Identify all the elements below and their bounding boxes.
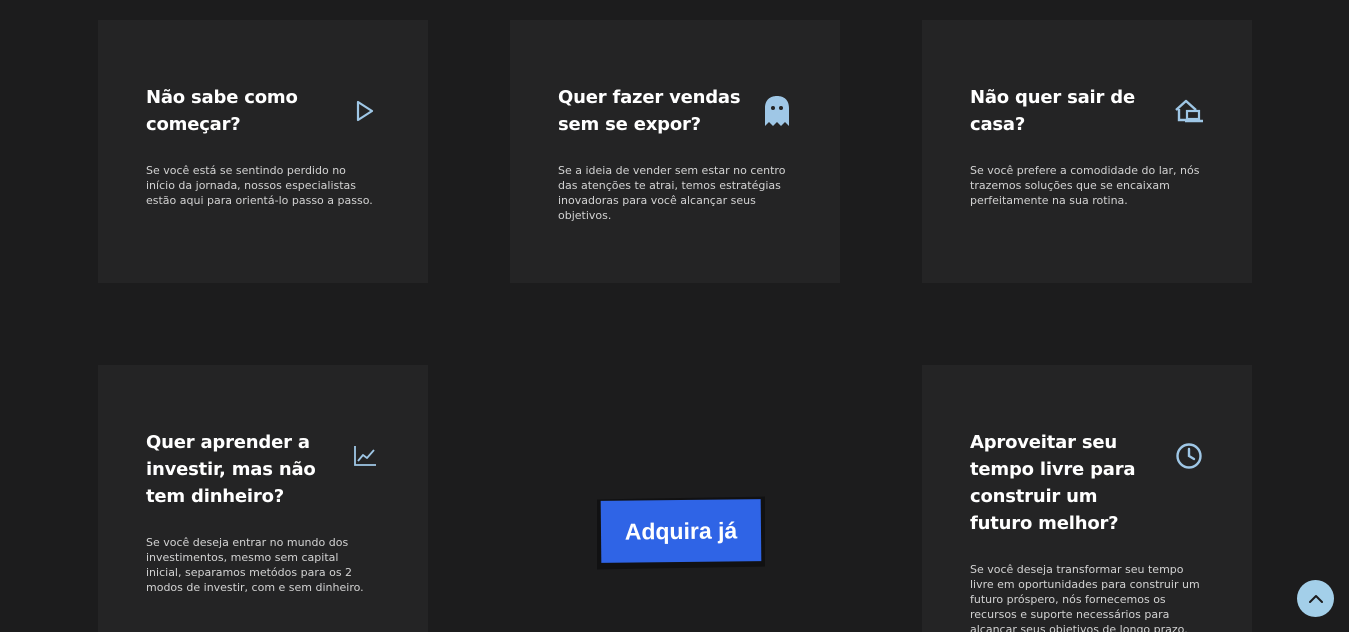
home-laptop-icon xyxy=(1174,96,1204,126)
feature-card-start: Não sabe como começar? Se você está se s… xyxy=(98,20,428,283)
feature-card-invest: Quer aprender a investir, mas não tem di… xyxy=(98,365,428,632)
cta-wrapper: Adquira já xyxy=(597,496,765,570)
card-title: Não sabe como começar? xyxy=(146,87,298,135)
card-description: Se você prefere a comodidade do lar, nós… xyxy=(970,164,1200,207)
chevron-up-icon xyxy=(1308,589,1323,608)
card-description: Se a ideia de vender sem estar no centro… xyxy=(558,164,786,222)
feature-card-home: Não quer sair de casa? Se você prefere a… xyxy=(922,20,1252,283)
scroll-to-top-button[interactable] xyxy=(1297,580,1334,617)
card-description: Se você está se sentindo perdido no iníc… xyxy=(146,164,373,207)
card-title: Aproveitar seu tempo livre para construi… xyxy=(970,432,1136,534)
feature-card-free-time: Aproveitar seu tempo livre para construi… xyxy=(922,365,1252,632)
ghost-icon xyxy=(762,96,792,126)
card-title: Quer aprender a investir, mas não tem di… xyxy=(146,432,316,507)
clock-icon xyxy=(1174,441,1204,471)
card-title: Não quer sair de casa? xyxy=(970,87,1135,135)
page: Não sabe como começar? Se você está se s… xyxy=(0,0,1349,632)
card-title: Quer fazer vendas sem se expor? xyxy=(558,87,741,135)
chart-line-icon xyxy=(350,441,380,471)
feature-card-sell: Quer fazer vendas sem se expor? Se a ide… xyxy=(510,20,840,283)
play-icon xyxy=(350,96,380,126)
buy-now-button[interactable]: Adquira já xyxy=(600,499,762,563)
card-description: Se você deseja entrar no mundo dos inves… xyxy=(146,536,364,594)
card-description: Se você deseja transformar seu tempo liv… xyxy=(970,563,1200,632)
